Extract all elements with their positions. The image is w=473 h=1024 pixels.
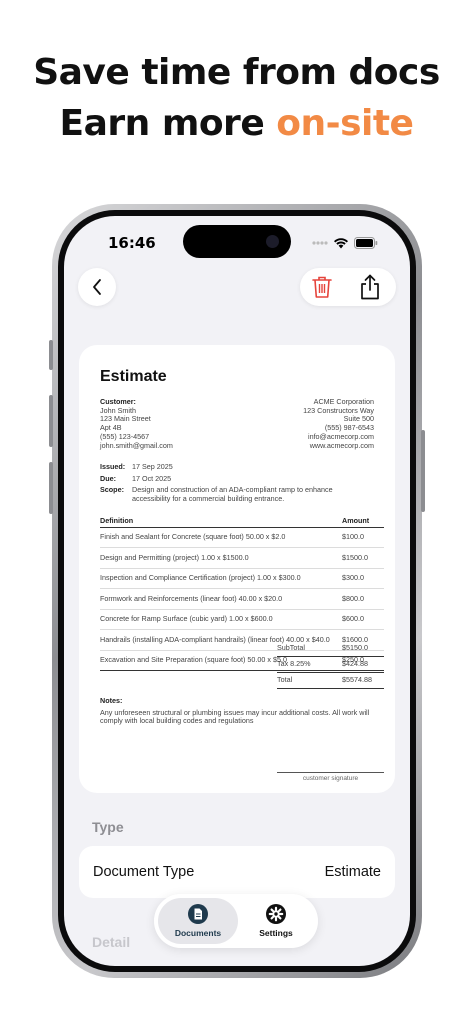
signature-line [277,772,384,773]
company-website: www.acmecorp.com [309,440,374,450]
subtotal-value: $5150.0 [342,643,368,653]
document-type-row[interactable]: Document Type Estimate [79,846,395,898]
signature-label: customer signature [302,775,359,782]
company-block: ACME Corporation 123 Constructors Way Su… [303,397,374,450]
phone-volume-up-button [49,395,53,447]
camera-icon [266,235,279,248]
due-row: Due: 17 Oct 2025 [100,473,370,484]
totals-block: SubTotal $5150.0 Tax 8.25% $424.88 Total $5… [277,641,384,689]
table-row: Design and Permitting (project) 1.00 x $… [100,548,384,569]
total-row: Total $5574.88 [277,673,384,689]
tax-label: Tax 8.25% [277,659,311,669]
wifi-icon [334,238,348,249]
document-title: Estimate [100,368,167,385]
item-amount: $300.0 [342,573,364,583]
item-amount: $600.0 [342,614,364,624]
tax-value: $424.88 [342,659,368,669]
gear-icon [266,904,286,924]
item-definition: Excavation and Site Preparation (square … [100,655,287,665]
phone-power-button [421,430,425,512]
document-type-label: Document Type [93,864,195,880]
scope-value: Design and construction of an ADA-compli… [132,485,333,504]
due-value: 17 Oct 2025 [132,473,172,483]
toolbar-actions [300,268,396,306]
delete-button[interactable] [308,273,336,301]
item-definition: Formwork and Reinforcements (linear foot… [100,593,283,603]
item-definition: Concrete for Ramp Surface (cubic yard) 1… [100,614,273,624]
share-icon [361,274,379,300]
status-time: 16:46 [108,234,156,252]
chevron-left-icon [93,279,101,295]
total-label: Total [277,675,293,685]
tab-bar: Documents Settings [154,894,318,948]
item-definition: Design and Permitting (project) 1.00 x $… [100,552,249,562]
issued-row: Issued: 17 Sep 2025 [100,462,370,472]
customer-email: john.smith@gmail.com [100,440,173,450]
tax-row: Tax 8.25% $424.88 [277,657,384,673]
issued-value: 17 Sep 2025 [132,462,173,471]
table-row: Formwork and Reinforcements (linear foot… [100,589,384,610]
item-amount: $100.0 [342,532,364,542]
tab-settings[interactable]: Settings [236,898,316,944]
table-row: Concrete for Ramp Surface (cubic yard) 1… [100,610,384,631]
promo-headline-1: Save time from docs [33,52,440,93]
item-amount: $1500.0 [342,552,368,562]
app-screen: 16:46 Estimate Customer: John Smith 123 … [64,216,410,966]
notes-text: Any unforeseen structural or plumbing is… [100,707,370,726]
back-button[interactable] [78,268,116,306]
subtotal-label: SubTotal [277,643,305,653]
table-header: Definition Amount [100,516,384,528]
amount-column-header: Amount [342,516,370,525]
document-meta: Issued: 17 Sep 2025 Due: 17 Oct 2025 Scope… [100,462,370,507]
promo-headline-2-accent: on-site [276,103,414,144]
status-icons [312,237,378,249]
customer-block: Customer: John Smith 123 Main Street Apt… [100,397,173,450]
phone-action-button [49,340,53,370]
dynamic-island [183,225,291,258]
subtotal-row: SubTotal $5150.0 [277,641,384,657]
item-amount: $800.0 [342,593,364,603]
table-row: Finish and Sealant for Concrete (square … [100,528,384,549]
definition-column-header: Definition [100,516,134,525]
type-section-header: Type [92,819,124,835]
document-icon [188,904,208,924]
phone-volume-down-button [49,462,53,514]
item-definition: Finish and Sealant for Concrete (square … [100,532,286,542]
scope-row: Scope: Design and construction of an ADA-… [100,485,370,504]
document-preview[interactable]: Estimate Customer: John Smith 123 Main S… [79,345,395,793]
notes-block: Notes: Any unforeseen structural or plum… [100,696,384,726]
battery-icon [354,237,378,249]
document-type-value: Estimate [324,864,381,880]
tab-settings-label: Settings [259,928,293,938]
tab-documents-label: Documents [174,928,222,938]
notes-label: Notes: [100,696,123,705]
table-row: Inspection and Compliance Certification … [100,569,384,590]
detail-section-header: Detail [92,934,131,950]
scope-label: Scope: [100,485,124,495]
total-value: $5574.88 [342,675,372,685]
promo-headline-2-prefix: Earn more [59,103,277,144]
issued-label: Issued: [100,462,126,471]
promo-headline-2: Earn more on-site [0,103,473,144]
due-label: Due: [100,473,116,483]
item-definition: Inspection and Compliance Certification … [100,573,301,583]
trash-icon [312,276,332,298]
tab-documents[interactable]: Documents [158,898,238,944]
share-button[interactable] [356,273,384,301]
signal-dots-icon [312,241,328,245]
